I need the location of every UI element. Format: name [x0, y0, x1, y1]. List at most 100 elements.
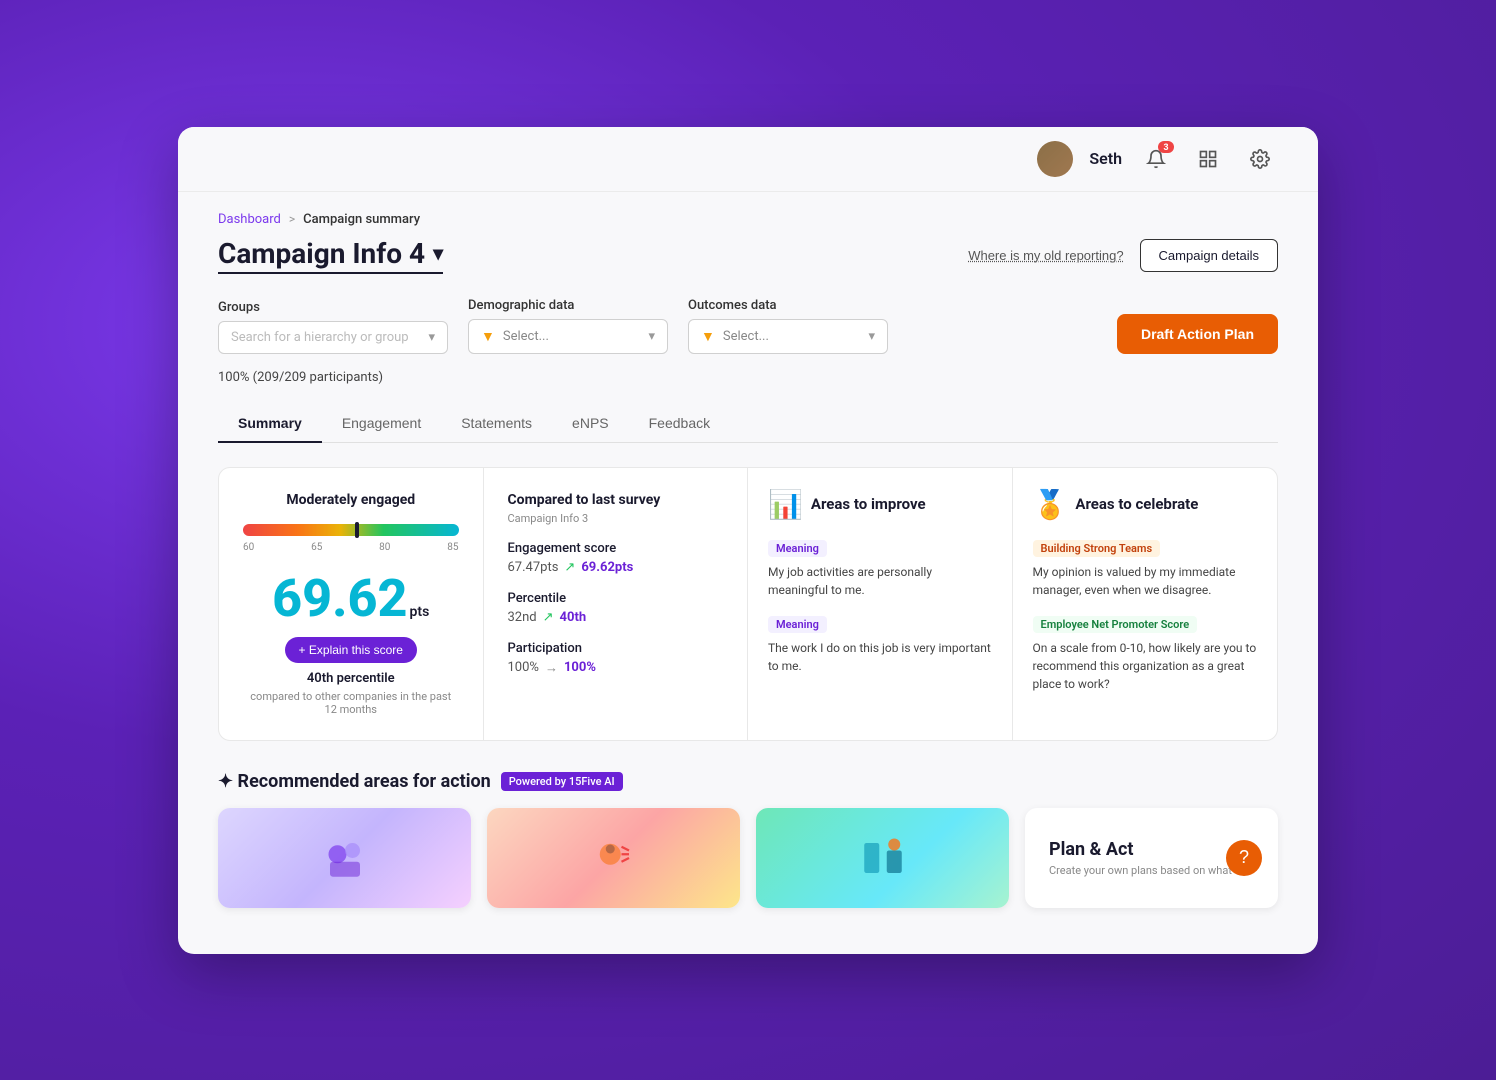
areas-celebrate-icon: 🏅 [1033, 488, 1068, 521]
outcomes-placeholder: Select... [723, 329, 769, 344]
plan-card: Plan & Act Create your own plans based o… [1025, 808, 1278, 908]
participants-text: 100% (209/209 participants) [218, 370, 1278, 385]
card-image-3 [756, 808, 1009, 908]
breadcrumb-current: Campaign summary [303, 212, 420, 227]
action-card-2[interactable] [487, 808, 740, 908]
breadcrumb-separator: > [289, 212, 295, 226]
notification-button[interactable]: 3 [1138, 141, 1174, 177]
avatar [1037, 141, 1073, 177]
groups-chevron-icon: ▾ [428, 330, 435, 345]
improve-item-2: Meaning The work I do on this job is ver… [768, 613, 992, 675]
card-image-1 [218, 808, 471, 908]
groups-select[interactable]: Search for a hierarchy or group ▾ [218, 321, 448, 354]
help-button[interactable]: ? [1226, 840, 1262, 876]
participation-metric: Participation 100% → 100% [508, 641, 724, 676]
score-label-85: 85 [447, 542, 458, 553]
header-actions: Where is my old reporting? Campaign deta… [968, 239, 1278, 272]
areas-improve-col: 📊 Areas to improve Meaning My job activi… [748, 468, 1013, 740]
celebrate-badge-1: Building Strong Teams [1033, 540, 1161, 557]
improve-badge-1: Meaning [768, 540, 827, 557]
engagement-title: Moderately engaged [286, 492, 415, 508]
score-indicator [355, 522, 359, 538]
outcomes-chevron-icon: ▾ [868, 329, 875, 344]
comparison-title: Compared to last survey [508, 492, 724, 508]
score-bar [243, 524, 459, 536]
areas-improve-title: Areas to improve [811, 495, 926, 513]
demographic-select[interactable]: ▼ Select... ▾ [468, 319, 668, 354]
demographic-label: Demographic data [468, 298, 668, 313]
celebrate-item-2: Employee Net Promoter Score On a scale f… [1033, 613, 1258, 693]
outcomes-select[interactable]: ▼ Select... ▾ [688, 319, 888, 354]
header-right: Seth 3 [1037, 141, 1278, 177]
demographic-chevron-icon: ▾ [648, 329, 655, 344]
outcomes-filter-group: Outcomes data ▼ Select... ▾ [688, 298, 888, 354]
page-title: Campaign Info 4 ▾ [218, 237, 443, 274]
participation-arrow-icon: → [545, 660, 558, 676]
card-illustration-1 [315, 828, 375, 888]
score-label-80: 80 [379, 542, 390, 553]
score-bar-container: 60 65 80 85 [243, 524, 459, 553]
app-header: Seth 3 [178, 127, 1318, 192]
pts-label: pts [410, 604, 430, 620]
comparison-col: Compared to last survey Campaign Info 3 … [484, 468, 749, 740]
summary-grid: Moderately engaged 60 65 80 85 69.62 pts [218, 467, 1278, 741]
card-illustration-2 [584, 828, 644, 888]
plan-title: Plan & Act [1049, 839, 1254, 860]
campaign-details-button[interactable]: Campaign details [1140, 239, 1278, 272]
draft-action-plan-button[interactable]: Draft Action Plan [1117, 314, 1278, 354]
old-reporting-link[interactable]: Where is my old reporting? [968, 248, 1123, 263]
action-card-3[interactable] [756, 808, 1009, 908]
explain-score-button[interactable]: + Explain this score [285, 637, 417, 663]
settings-button[interactable] [1242, 141, 1278, 177]
tab-enps[interactable]: eNPS [552, 405, 629, 443]
areas-celebrate-col: 🏅 Areas to celebrate Building Strong Tea… [1013, 468, 1278, 740]
action-card-1[interactable] [218, 808, 471, 908]
action-cards-row: Plan & Act Create your own plans based o… [218, 808, 1278, 908]
compare-note: compared to other companies in the past … [243, 690, 459, 716]
big-score: 69.62 [272, 573, 407, 625]
groups-placeholder: Search for a hierarchy or group [231, 330, 409, 345]
score-labels: 60 65 80 85 [243, 542, 459, 553]
demographic-filter-group: Demographic data ▼ Select... ▾ [468, 298, 668, 354]
score-label-60: 60 [243, 542, 254, 553]
page-title-row: Campaign Info 4 ▾ Where is my old report… [218, 237, 1278, 274]
plan-desc: Create your own plans based on what [1049, 864, 1254, 877]
grid-button[interactable] [1190, 141, 1226, 177]
recommended-title: ✦ Recommended areas for action Powered b… [218, 771, 1278, 792]
score-label-65: 65 [311, 542, 322, 553]
tabs-row: Summary Engagement Statements eNPS Feedb… [218, 405, 1278, 443]
card-illustration-3 [853, 828, 913, 888]
tab-feedback[interactable]: Feedback [629, 405, 730, 443]
percentile-arrow-icon: ↗ [543, 610, 554, 625]
filter-icon: ▼ [481, 328, 495, 345]
engagement-arrow-icon: ↗ [564, 560, 575, 575]
celebrate-text-1: My opinion is valued by my immediate man… [1033, 563, 1258, 599]
outcomes-label: Outcomes data [688, 298, 888, 313]
percentile-text: 40th percentile [307, 671, 395, 686]
areas-celebrate-header: 🏅 Areas to celebrate [1033, 488, 1258, 521]
improve-badge-2: Meaning [768, 616, 827, 633]
areas-celebrate-title: Areas to celebrate [1075, 495, 1198, 513]
title-dropdown-arrow[interactable]: ▾ [433, 241, 443, 265]
percentile-metric: Percentile 32nd ↗ 40th [508, 591, 724, 625]
tab-engagement[interactable]: Engagement [322, 405, 441, 443]
breadcrumb: Dashboard > Campaign summary [218, 212, 1278, 227]
celebrate-badge-2: Employee Net Promoter Score [1033, 616, 1198, 633]
celebrate-item-1: Building Strong Teams My opinion is valu… [1033, 537, 1258, 599]
outcomes-filter-icon: ▼ [701, 328, 715, 345]
breadcrumb-home[interactable]: Dashboard [218, 212, 281, 227]
ai-badge: Powered by 15Five AI [501, 772, 623, 791]
recommended-section: ✦ Recommended areas for action Powered b… [218, 771, 1278, 908]
engagement-score-col: Moderately engaged 60 65 80 85 69.62 pts [219, 468, 484, 740]
tab-summary[interactable]: Summary [218, 405, 322, 443]
groups-label: Groups [218, 300, 448, 315]
areas-improve-header: 📊 Areas to improve [768, 488, 992, 521]
card-image-2 [487, 808, 740, 908]
improve-text-2: The work I do on this job is very import… [768, 639, 992, 675]
groups-filter-group: Groups Search for a hierarchy or group ▾ [218, 300, 448, 354]
tab-statements[interactable]: Statements [441, 405, 552, 443]
comparison-subtitle: Campaign Info 3 [508, 512, 724, 525]
user-name: Seth [1089, 149, 1122, 168]
areas-improve-icon: 📊 [768, 488, 803, 521]
main-content: Dashboard > Campaign summary Campaign In… [178, 192, 1318, 954]
